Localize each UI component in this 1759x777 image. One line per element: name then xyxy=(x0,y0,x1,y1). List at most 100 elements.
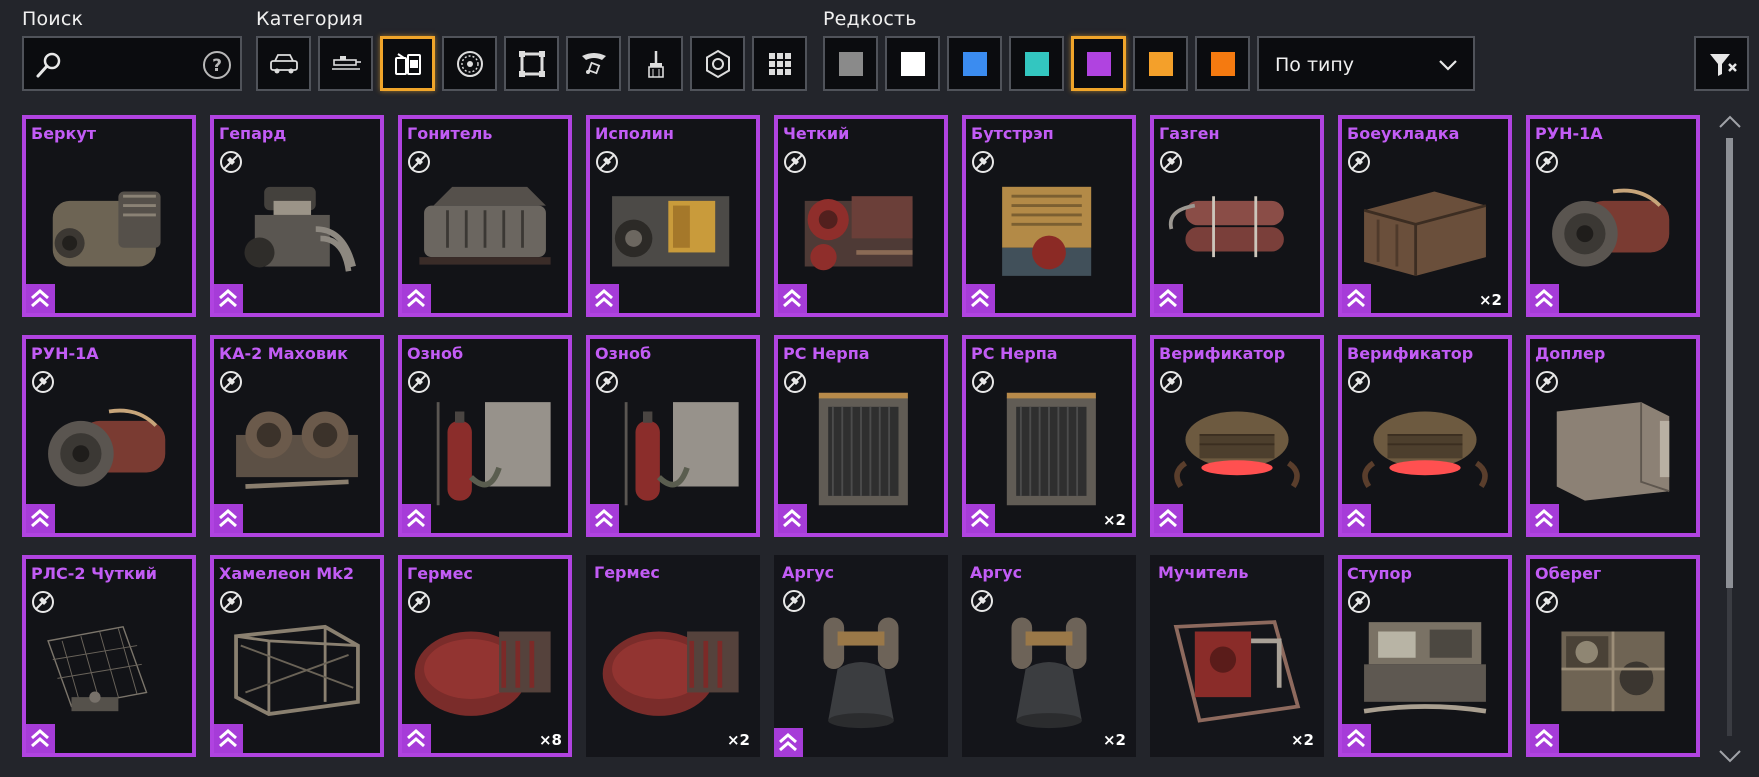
item-name: РЛС-2 Чуткий xyxy=(31,564,158,583)
item-card[interactable]: Ступор xyxy=(1338,555,1512,757)
rank-chevron-icon xyxy=(966,504,995,533)
item-card[interactable]: РС Нерпа ×2 xyxy=(962,335,1136,537)
rank-chevron-icon xyxy=(214,724,243,753)
item-card[interactable]: РС Нерпа xyxy=(774,335,948,537)
rank-chevron-icon xyxy=(590,284,619,313)
item-name: Хамелеон Mk2 xyxy=(219,564,354,583)
item-card[interactable]: Аргус ×2 xyxy=(962,555,1136,757)
category-button-all-grid[interactable] xyxy=(752,36,807,91)
rarity-swatch-special xyxy=(1024,51,1049,76)
reset-filters-button[interactable] xyxy=(1694,36,1749,91)
search-box[interactable]: ? xyxy=(22,36,242,91)
item-card[interactable]: Верификатор xyxy=(1338,335,1512,537)
item-name: Аргус xyxy=(782,563,835,582)
item-card[interactable]: Бутстрэп xyxy=(962,115,1136,317)
item-card[interactable]: Исполин xyxy=(586,115,760,317)
item-card[interactable]: Аргус xyxy=(774,555,948,757)
item-image-engine-red xyxy=(804,196,913,271)
item-card[interactable]: РЛС-2 Чуткий xyxy=(22,555,196,757)
item-image-machine xyxy=(1363,622,1487,714)
item-image-panel xyxy=(1556,402,1670,501)
rank-chevron-icon xyxy=(26,284,55,313)
item-name: Газген xyxy=(1159,124,1220,143)
rarity-button-epic[interactable] xyxy=(1071,36,1126,91)
rank-chevron-icon xyxy=(1342,504,1371,533)
item-image-flywheel xyxy=(236,411,358,489)
item-name: РУН-1А xyxy=(31,344,99,363)
category-button-engine-cabin[interactable] xyxy=(380,36,435,91)
category-button-weapon[interactable] xyxy=(318,36,373,91)
item-quantity: ×2 xyxy=(1290,731,1314,749)
sort-dropdown-value: По типу xyxy=(1275,54,1355,76)
scroll-down-icon[interactable] xyxy=(1718,747,1742,765)
rank-chevron-icon xyxy=(774,728,803,757)
rarity-button-relic[interactable] xyxy=(1195,36,1250,91)
scrollbar-thumb[interactable] xyxy=(1726,138,1733,588)
item-image-radiator xyxy=(818,392,908,506)
item-card[interactable]: Озноб xyxy=(586,335,760,537)
category-button-frame[interactable] xyxy=(504,36,559,91)
item-name: КА-2 Маховик xyxy=(219,344,349,363)
item-image-turbine xyxy=(1552,188,1670,267)
help-icon[interactable]: ? xyxy=(202,50,232,80)
item-image-engine-long xyxy=(419,186,551,265)
rarity-label: Редкость xyxy=(823,8,917,30)
rarity-button-legendary[interactable] xyxy=(1133,36,1188,91)
rarity-swatch-uncommon xyxy=(900,51,925,76)
rarity-button-rare[interactable] xyxy=(947,36,1002,91)
item-card[interactable]: Беркут xyxy=(22,115,196,317)
rank-chevron-icon xyxy=(1342,284,1371,313)
item-image-turbine xyxy=(48,408,166,487)
item-image-red-tank xyxy=(414,631,551,716)
item-name: Гермес xyxy=(594,563,660,582)
rank-chevron-icon xyxy=(1530,284,1559,313)
item-card[interactable]: Мучитель ×2 xyxy=(1150,555,1324,757)
item-card[interactable]: Доплер xyxy=(1526,335,1700,537)
item-card[interactable]: РУН-1А xyxy=(22,335,196,537)
item-card[interactable]: Озноб xyxy=(398,335,572,537)
item-card[interactable]: КА-2 Маховик xyxy=(210,335,384,537)
engine-cabin-icon xyxy=(394,52,421,75)
item-card[interactable]: Четкий xyxy=(774,115,948,317)
paint-brush-icon xyxy=(647,50,664,78)
item-card[interactable]: Гермес ×8 xyxy=(398,555,572,757)
item-image-engine-yellow xyxy=(612,196,730,267)
rarity-swatch-rare xyxy=(962,51,987,76)
category-button-decor[interactable] xyxy=(566,36,621,91)
item-image-red-tank xyxy=(602,631,739,716)
item-quantity: ×2 xyxy=(726,731,750,749)
rank-chevron-icon xyxy=(1154,284,1183,313)
item-card[interactable]: Хамелеон Mk2 xyxy=(210,555,384,757)
item-card[interactable]: Гепард xyxy=(210,115,384,317)
item-quantity: ×2 xyxy=(1102,731,1126,749)
search-icon xyxy=(36,52,61,78)
rarity-button-common[interactable] xyxy=(823,36,878,91)
car-icon xyxy=(269,53,298,73)
item-image-cooler xyxy=(436,402,551,506)
rarity-button-special[interactable] xyxy=(1009,36,1064,91)
rank-chevron-icon xyxy=(590,504,619,533)
resource-icon xyxy=(705,49,730,78)
sort-dropdown[interactable]: По типу xyxy=(1257,36,1475,91)
item-card[interactable]: Гермес ×2 xyxy=(586,555,760,757)
item-card[interactable]: Гонитель xyxy=(398,115,572,317)
all-grid-icon xyxy=(768,52,791,75)
item-card[interactable]: Оберег xyxy=(1526,555,1700,757)
rank-chevron-icon xyxy=(1342,724,1371,753)
item-card[interactable]: Боеукладка ×2 xyxy=(1338,115,1512,317)
search-input[interactable] xyxy=(70,48,190,80)
rank-chevron-icon xyxy=(1530,504,1559,533)
category-button-car[interactable] xyxy=(256,36,311,91)
item-card[interactable]: РУН-1А xyxy=(1526,115,1700,317)
category-button-paint-brush[interactable] xyxy=(628,36,683,91)
item-image-pods xyxy=(1011,617,1087,729)
category-button-wheel[interactable] xyxy=(442,36,497,91)
rank-chevron-icon xyxy=(778,284,807,313)
rarity-button-uncommon[interactable] xyxy=(885,36,940,91)
item-card[interactable]: Газген xyxy=(1150,115,1324,317)
item-card[interactable]: Верификатор xyxy=(1150,335,1324,537)
rarity-swatch-epic xyxy=(1086,51,1111,76)
category-button-resource[interactable] xyxy=(690,36,745,91)
scroll-up-icon[interactable] xyxy=(1718,113,1742,131)
rank-chevron-icon xyxy=(214,284,243,313)
